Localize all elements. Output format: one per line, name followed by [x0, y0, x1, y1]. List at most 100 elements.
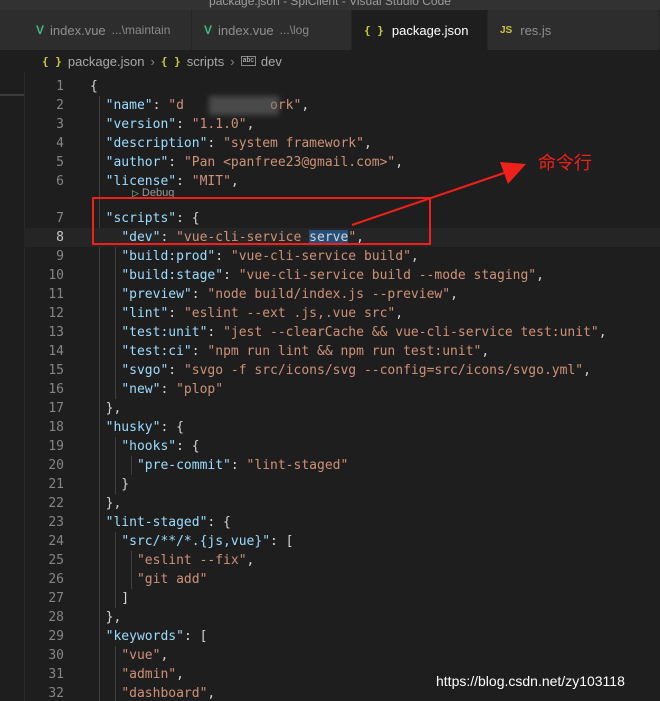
line-number: 1 [56, 79, 64, 94]
code-line[interactable]: 26 "git add" [24, 570, 660, 589]
punctuation [90, 439, 121, 454]
code-line[interactable]: 25 "eslint --fix", [24, 551, 660, 570]
code-line[interactable]: 22 }, [24, 494, 660, 513]
punctuation: : { [160, 420, 184, 435]
json-key: "pre-commit" [136, 458, 231, 473]
code-text: "test:unit": "jest --clearCache && vue-c… [90, 323, 606, 342]
line-number: 19 [48, 439, 64, 454]
code-line[interactable]: 21 } [24, 475, 660, 494]
code-line[interactable]: 20 "pre-commit": "lint-staged" [24, 456, 660, 475]
punctuation [90, 572, 137, 587]
punctuation [90, 117, 106, 132]
breadcrumb-file[interactable]: package.json [68, 54, 145, 69]
punctuation: , [410, 249, 419, 264]
json-key: "version" [105, 117, 177, 132]
breadcrumb: { } package.json › { } scripts › abc dev [0, 50, 660, 72]
punctuation: }, [90, 401, 122, 416]
punctuation [90, 98, 106, 113]
annotation-label: 命令行 [538, 153, 592, 173]
code-line[interactable]: 11 "preview": "node build/index.js --pre… [24, 285, 660, 304]
json-string: "eslint --ext .js,.vue src" [183, 306, 396, 321]
punctuation [90, 667, 121, 682]
breadcrumb-item[interactable]: dev [261, 54, 282, 69]
code-line[interactable]: 29 "keywords": [ [24, 627, 660, 646]
code-line[interactable]: 23 "lint-staged": { [24, 513, 660, 532]
code-line[interactable]: 3 "version": "1.1.0", [24, 115, 660, 134]
code-line[interactable]: 24 "src/**/*.{js,vue}": [ [24, 532, 660, 551]
line-number: 7 [56, 211, 64, 226]
object-icon: { } [160, 54, 181, 68]
code-line[interactable]: 17 }, [24, 399, 660, 418]
json-string: "system framework" [223, 136, 364, 151]
tab-label: res.js [520, 22, 552, 38]
json-key: "svgo" [121, 363, 169, 378]
code-text: }, [90, 494, 122, 513]
line-number: 15 [48, 363, 64, 378]
code-line[interactable]: 12 "lint": "eslint --ext .js,.vue src", [24, 304, 660, 323]
line-number: 6 [56, 174, 64, 189]
code-line[interactable]: 27 ] [24, 589, 660, 608]
annotation-highlight-box [92, 197, 431, 245]
chevron-right-icon: › [150, 53, 155, 69]
code-line[interactable]: 1{ [24, 77, 660, 96]
punctuation [90, 458, 137, 473]
punctuation: , [395, 306, 404, 321]
punctuation [90, 344, 121, 359]
line-number: 18 [48, 420, 64, 435]
tab-package-json[interactable]: { } package.json × [352, 10, 497, 50]
tab-index-vue-log[interactable]: V index.vue ...\log [192, 10, 352, 50]
code-line[interactable]: 18 "husky": { [24, 418, 660, 437]
json-key: "src/**/*.{js,vue}" [121, 534, 271, 549]
code-text: "hooks": { [90, 437, 199, 456]
punctuation: , [160, 648, 169, 663]
punctuation: : [176, 174, 192, 189]
code-text: "pre-commit": "lint-staged" [90, 456, 348, 475]
code-line[interactable]: 30 "vue", [24, 646, 660, 665]
punctuation: { [90, 79, 98, 94]
code-text: "husky": { [90, 418, 184, 437]
punctuation: , [481, 344, 490, 359]
code-line[interactable]: 14 "test:ci": "npm run lint && npm run t… [24, 342, 660, 361]
code-text: "vue", [90, 646, 168, 665]
json-key: "description" [105, 136, 208, 151]
code-line[interactable]: 28 }, [24, 608, 660, 627]
tab-index-vue-maintain[interactable]: V index.vue ...\maintain [24, 10, 192, 50]
code-text: "admin", [90, 665, 184, 684]
line-number: 5 [56, 155, 64, 170]
line-number: 8 [56, 230, 64, 245]
title-bar: package.json - SpiClient - Visual Studio… [0, 0, 660, 10]
code-text: "version": "1.1.0", [90, 115, 255, 134]
json-key: "husky" [105, 420, 161, 435]
code-text: "git add" [90, 570, 207, 589]
code-text: }, [90, 399, 122, 418]
json-string: "npm run lint && npm run test:unit" [207, 344, 482, 359]
tab-res-js[interactable]: JS res.js [488, 10, 660, 50]
code-line[interactable]: 9 "build:prod": "vue-cli-service build", [24, 247, 660, 266]
code-text: } [90, 475, 129, 494]
punctuation [90, 648, 121, 663]
line-number: 25 [48, 553, 64, 568]
code-text: "svgo": "svgo -f src/icons/svg --config=… [90, 361, 591, 380]
json-key: "keywords" [105, 629, 184, 644]
json-string: "svgo -f src/icons/svg --config=src/icon… [183, 363, 584, 378]
breadcrumb-section[interactable]: scripts [187, 54, 225, 69]
code-line[interactable]: 10 "build:stage": "vue-cli-service build… [24, 266, 660, 285]
punctuation [90, 686, 121, 701]
line-number: 12 [48, 306, 64, 321]
punctuation: : [223, 268, 239, 283]
punctuation: : [168, 306, 184, 321]
line-number: 29 [48, 629, 64, 644]
line-number: 22 [48, 496, 64, 511]
punctuation: , [583, 363, 591, 378]
json-key: "hooks" [121, 439, 177, 454]
json-string: "MIT" [191, 174, 231, 189]
punctuation: } [90, 477, 130, 492]
code-line[interactable]: 15 "svgo": "svgo -f src/icons/svg --conf… [24, 361, 660, 380]
line-number: 27 [48, 591, 64, 606]
punctuation: , [450, 287, 458, 302]
json-file-icon: { } [364, 23, 384, 37]
code-line[interactable]: 2 "name": "d ork", [24, 96, 660, 115]
code-line[interactable]: 13 "test:unit": "jest --clearCache && vu… [24, 323, 660, 342]
code-line[interactable]: 16 "new": "plop" [24, 380, 660, 399]
code-line[interactable]: 19 "hooks": { [24, 437, 660, 456]
